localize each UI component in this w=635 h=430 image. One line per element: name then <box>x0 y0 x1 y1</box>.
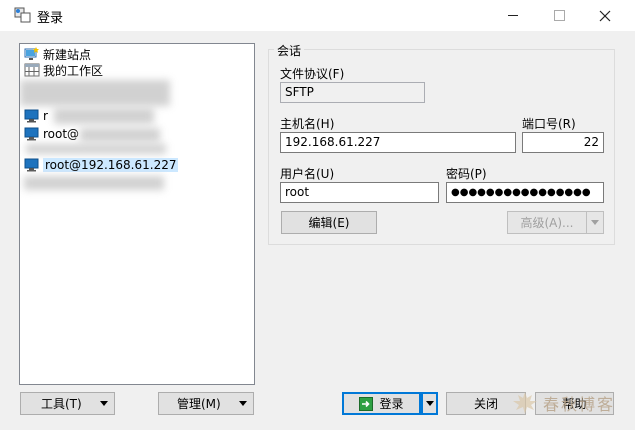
tree-item-workspace[interactable]: 我的工作区 <box>24 62 103 78</box>
maple-leaf-icon <box>513 392 537 414</box>
port-label: 端口号(R) <box>522 117 576 131</box>
advanced-dropdown-button[interactable] <box>586 211 604 234</box>
workspace-icon <box>24 63 40 77</box>
title-bar: 登录 <box>0 0 635 31</box>
tree-label: 新建站点 <box>43 47 92 62</box>
window-title: 登录 <box>37 11 64 26</box>
close-icon <box>599 10 611 21</box>
close-window-button[interactable] <box>582 0 628 31</box>
tree-label: 我的工作区 <box>43 63 104 78</box>
tools-button-label: 工具(T) <box>41 397 82 411</box>
computer-icon <box>24 158 39 172</box>
obscured-site-entry <box>80 128 160 142</box>
tree-label: root@192.168.61.227 <box>43 158 179 172</box>
edit-button[interactable]: 编辑(E) <box>281 211 377 234</box>
login-icon <box>359 396 374 411</box>
computer-icon <box>24 109 39 123</box>
port-input[interactable]: 22 <box>522 132 604 153</box>
obscured-site-entry <box>26 144 166 154</box>
password-label: 密码(P) <box>446 167 487 181</box>
chevron-down-icon <box>239 401 247 406</box>
login-button[interactable]: 登录 <box>342 392 421 415</box>
chevron-down-icon <box>591 220 599 225</box>
password-input[interactable]: ●●●●●●●●●●●●●●●● <box>446 182 604 203</box>
tree-item-selected-site[interactable]: root@192.168.61.227 <box>24 157 179 173</box>
chevron-down-icon <box>425 401 434 406</box>
tree-item-site[interactable]: root@ <box>24 126 79 142</box>
login-button-label: 登录 <box>379 397 404 411</box>
login-dropdown-button[interactable] <box>421 392 438 415</box>
username-label: 用户名(U) <box>280 167 335 181</box>
new-site-icon <box>24 47 39 60</box>
session-group-title: 会话 <box>274 42 305 59</box>
watermark-text: 春秋博客 <box>543 395 616 414</box>
watermark: 春秋博客 <box>511 391 615 415</box>
dialog-client: 新建站点 我的工作区 r root@ root@192.168.61.227 会… <box>0 31 635 430</box>
winscp-app-icon <box>14 7 31 23</box>
minimize-icon <box>507 15 518 16</box>
obscured-site-entry <box>24 176 164 190</box>
manage-button[interactable]: 管理(M) <box>158 392 254 415</box>
username-input[interactable]: root <box>280 182 439 203</box>
obscured-site-entry <box>20 80 170 106</box>
obscured-site-entry <box>54 108 154 124</box>
protocol-label: 文件协议(F) <box>280 67 345 81</box>
manage-button-label: 管理(M) <box>177 397 221 411</box>
tree-label: root@ <box>43 127 80 141</box>
computer-icon <box>24 127 39 141</box>
maximize-icon <box>553 10 565 21</box>
minimize-button[interactable] <box>490 0 536 31</box>
advanced-button[interactable]: 高级(A)... <box>507 211 586 234</box>
tree-label: r <box>43 109 48 123</box>
protocol-select[interactable]: SFTP <box>280 82 425 103</box>
host-input[interactable]: 192.168.61.227 <box>280 132 516 153</box>
tree-item-site[interactable]: r <box>24 108 48 124</box>
site-tree[interactable]: 新建站点 我的工作区 r root@ root@192.168.61.227 <box>19 43 255 385</box>
tools-button[interactable]: 工具(T) <box>20 392 115 415</box>
tree-item-new-site[interactable]: 新建站点 <box>24 46 91 62</box>
chevron-down-icon <box>100 401 108 406</box>
host-label: 主机名(H) <box>280 117 335 131</box>
maximize-button[interactable] <box>536 0 582 31</box>
